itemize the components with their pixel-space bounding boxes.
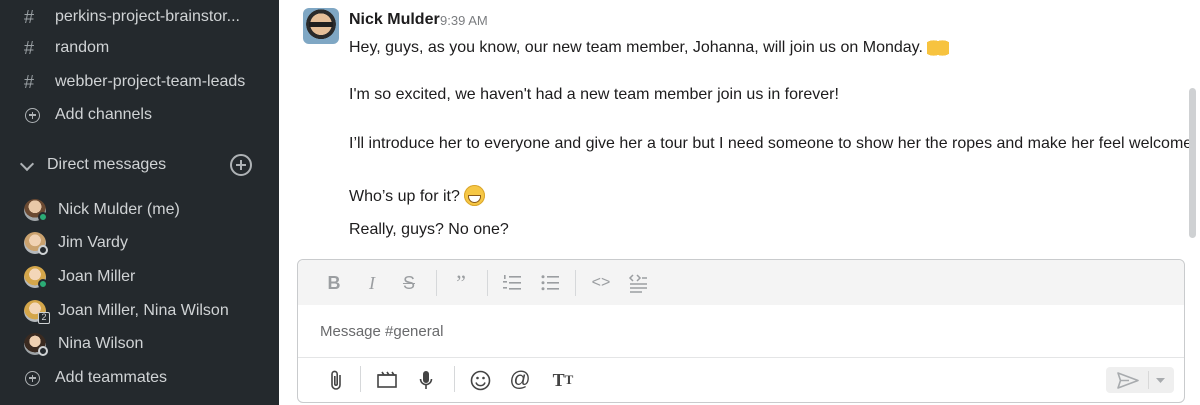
dm-header-label: Direct messages	[47, 156, 167, 173]
message-line: I’ll introduce her to everyone and give …	[349, 135, 1197, 152]
italic-icon[interactable]: I	[364, 272, 380, 294]
hash-icon: #	[24, 6, 35, 27]
microphone-icon[interactable]	[418, 368, 434, 392]
message-line: I'm so excited, we haven't had a new tea…	[349, 86, 839, 103]
format-toolbar: B I S ” <>	[298, 260, 1184, 305]
add-channels-button[interactable]: Add channels	[0, 100, 279, 130]
add-dm-icon[interactable]	[230, 154, 252, 176]
dm-label: Joan Miller, Nina Wilson	[58, 302, 229, 319]
send-button[interactable]	[1106, 367, 1174, 393]
message-timestamp[interactable]: 9:39 AM	[440, 13, 488, 28]
message-input[interactable]: Message #general	[298, 305, 1184, 358]
bullet-list-icon[interactable]	[539, 272, 561, 294]
message-input-placeholder: Message #general	[320, 323, 444, 340]
channel-label: perkins-project-brainstor...	[55, 8, 240, 25]
channel-label: webber-project-team-leads	[55, 73, 246, 90]
dm-label: Jim Vardy	[58, 234, 128, 251]
paperclip-icon[interactable]	[326, 368, 346, 392]
away-status-icon	[38, 245, 48, 255]
sidebar: # perkins-project-brainstor... # random …	[0, 0, 279, 405]
raising-hands-icon	[926, 36, 949, 56]
channel-item-webber[interactable]: # webber-project-team-leads	[0, 67, 279, 97]
add-teammates-label: Add teammates	[55, 369, 168, 386]
quote-icon[interactable]: ”	[450, 270, 472, 295]
composer-actions: @ TT	[298, 357, 1184, 403]
avatar[interactable]	[303, 8, 339, 44]
emoji-icon[interactable]	[469, 368, 491, 392]
channel-item-random[interactable]: # random	[0, 33, 279, 63]
add-circle-icon	[25, 370, 40, 386]
send-divider	[1148, 371, 1149, 389]
dm-item-group[interactable]: 2 Joan Miller, Nina Wilson	[0, 296, 279, 326]
message-line: Who’s up for it?	[349, 185, 485, 206]
message-line: Really, guys? No one?	[349, 221, 509, 238]
add-channels-label: Add channels	[55, 106, 152, 123]
online-status-icon	[38, 279, 48, 289]
toolbar-divider	[436, 270, 437, 296]
toolbar-divider	[454, 366, 455, 392]
hash-icon: #	[24, 37, 35, 58]
caret-down-icon[interactable]	[1155, 377, 1166, 384]
dm-item-jim-vardy[interactable]: Jim Vardy	[0, 228, 279, 258]
away-status-icon	[38, 346, 48, 356]
ordered-list-icon[interactable]	[501, 272, 523, 294]
hash-icon: #	[24, 71, 35, 92]
online-status-icon	[38, 212, 48, 222]
message-text: Hey, guys, as you know, our new team mem…	[349, 39, 923, 56]
chevron-down-icon	[19, 156, 35, 172]
scrollbar[interactable]	[1189, 88, 1196, 238]
message-text: Who’s up for it?	[349, 188, 460, 205]
code-block-icon[interactable]	[627, 272, 649, 294]
message-author[interactable]: Nick Mulder	[349, 11, 440, 29]
toolbar-divider	[487, 270, 488, 296]
channel-item-perkins[interactable]: # perkins-project-brainstor...	[0, 2, 279, 32]
channel-label: random	[55, 39, 110, 56]
toolbar-divider	[575, 270, 576, 296]
dm-section-header[interactable]: Direct messages	[0, 150, 279, 180]
dm-item-nina-wilson[interactable]: Nina Wilson	[0, 329, 279, 359]
send-icon	[1117, 372, 1139, 389]
dm-item-joan-miller[interactable]: Joan Miller	[0, 262, 279, 292]
message-pane: Nick Mulder 9:39 AM Hey, guys, as you kn…	[279, 0, 1200, 405]
bold-icon[interactable]: B	[326, 272, 342, 294]
mention-icon[interactable]: @	[509, 368, 531, 392]
dm-item-nick-mulder[interactable]: Nick Mulder (me)	[0, 195, 279, 225]
dm-label: Joan Miller	[58, 268, 136, 285]
message-line: Hey, guys, as you know, our new team mem…	[349, 36, 949, 57]
add-teammates-button[interactable]: Add teammates	[0, 363, 279, 393]
text-format-icon[interactable]: TT	[551, 368, 575, 392]
dm-label: Nick Mulder (me)	[58, 201, 180, 218]
dm-label: Nina Wilson	[58, 335, 144, 352]
group-count-badge: 2	[38, 312, 50, 324]
grinning-face-icon	[463, 185, 485, 206]
strikethrough-icon[interactable]: S	[400, 272, 418, 294]
add-circle-icon	[25, 107, 40, 123]
message-composer: B I S ” <> Message #general @ T T	[297, 259, 1185, 403]
code-icon[interactable]: <>	[590, 272, 612, 294]
video-clip-icon[interactable]	[376, 368, 398, 392]
toolbar-divider	[360, 366, 361, 392]
